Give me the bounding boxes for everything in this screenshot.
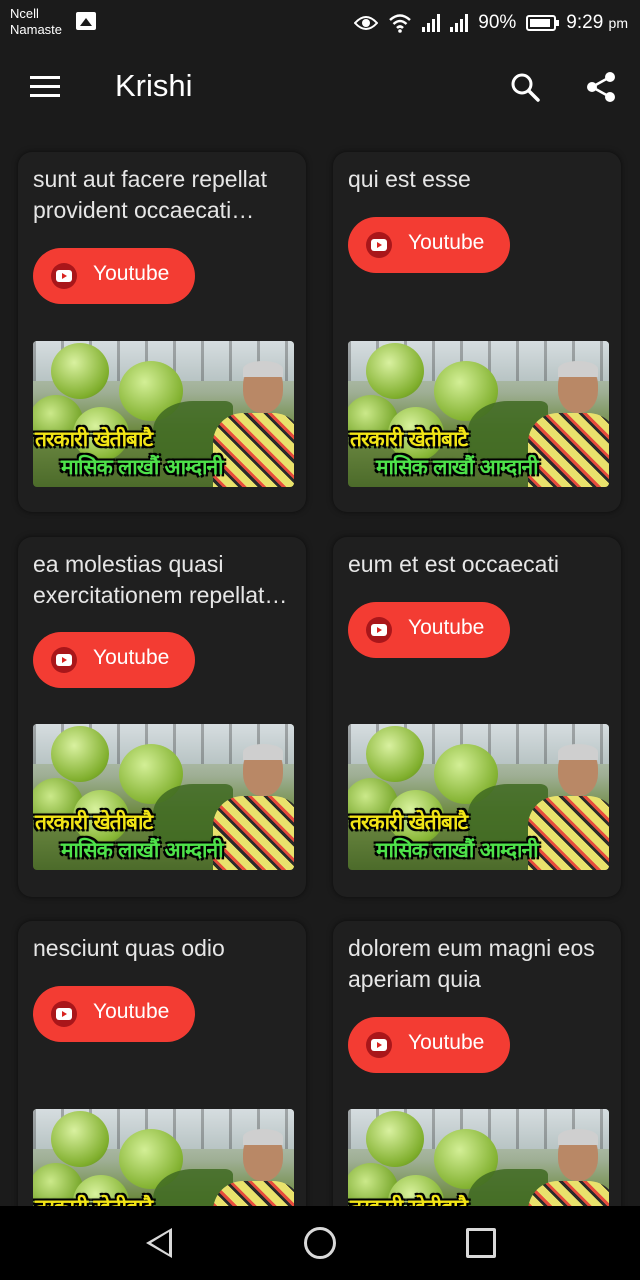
youtube-button-label: Youtube: [93, 262, 170, 285]
search-icon[interactable]: [510, 72, 540, 102]
card-title: sunt aut facere repellat provident occae…: [33, 166, 267, 223]
app-bar: Krishi: [0, 48, 640, 126]
status-icons: 90% 9:29 pm: [354, 10, 628, 36]
video-thumbnail[interactable]: तरकारी खेतीबाटै मासिक लाखौं आम्दानी: [348, 341, 609, 487]
video-card[interactable]: dolorem eum magni eos aperiam quia Youtu…: [333, 921, 621, 1206]
youtube-button-label: Youtube: [408, 1031, 485, 1054]
eye-icon: [354, 16, 379, 30]
youtube-icon: [51, 647, 77, 673]
wifi-icon: [389, 14, 412, 33]
youtube-button[interactable]: Youtube: [33, 986, 195, 1042]
battery-percent: 90%: [478, 12, 517, 33]
card-title: dolorem eum magni eos aperiam quia: [348, 935, 595, 992]
clock-time: 9:29: [566, 12, 604, 33]
thumbnail-caption-line1: तरकारी खेतीबाटै: [35, 427, 153, 451]
card-title: qui est esse: [348, 166, 471, 192]
menu-icon[interactable]: [30, 76, 60, 98]
youtube-icon: [366, 232, 392, 258]
thumbnail-caption-line2: मासिक लाखौं आम्दानी: [61, 838, 224, 862]
carrier-name: Ncell Namaste: [10, 6, 62, 38]
signal-icon: [422, 14, 441, 32]
video-card[interactable]: eum et est occaecati Youtube तरकारी खेती…: [333, 537, 621, 897]
gallery-icon: [76, 12, 96, 30]
video-thumbnail[interactable]: तरकारी खेतीबाटै मासिक लाखौं आम्दानी: [348, 1109, 609, 1206]
youtube-button[interactable]: Youtube: [348, 602, 510, 658]
video-card[interactable]: sunt aut facere repellat provident occae…: [18, 152, 306, 512]
youtube-button[interactable]: Youtube: [33, 248, 195, 304]
share-icon[interactable]: [584, 70, 618, 104]
youtube-button-label: Youtube: [408, 231, 485, 254]
youtube-icon: [51, 1001, 77, 1027]
youtube-button[interactable]: Youtube: [348, 1017, 510, 1073]
thumbnail-caption-line1: तरकारी खेतीबाटै: [350, 427, 468, 451]
video-card[interactable]: qui est esse Youtube तरकारी खेतीबाटै मास…: [333, 152, 621, 512]
card-title: eum et est occaecati: [348, 551, 559, 577]
battery-icon: [526, 15, 560, 31]
video-thumbnail[interactable]: तरकारी खेतीबाटै मासिक लाखौं आम्दानी: [33, 341, 294, 487]
thumbnail-caption-line1: तरकारी खेतीबाटै: [350, 810, 468, 834]
navigation-bar: [0, 1206, 640, 1280]
app-title: Krishi: [115, 68, 193, 103]
youtube-button-label: Youtube: [408, 616, 485, 639]
thumbnail-caption-line2: मासिक लाखौं आम्दानी: [376, 838, 539, 862]
carrier-line-2: Namaste: [10, 22, 63, 37]
video-grid: sunt aut facere repellat provident occae…: [0, 126, 640, 1206]
youtube-icon: [366, 617, 392, 643]
youtube-button-label: Youtube: [93, 646, 170, 669]
clock-suffix: pm: [608, 15, 628, 31]
video-card[interactable]: nesciunt quas odio Youtube तरकारी खेतीबा…: [18, 921, 306, 1206]
youtube-button[interactable]: Youtube: [33, 632, 195, 688]
youtube-button-label: Youtube: [93, 1000, 170, 1023]
video-thumbnail[interactable]: तरकारी खेतीबाटै मासिक लाखौं आम्दानी: [33, 724, 294, 870]
clock: 9:29 pm: [566, 12, 628, 34]
card-title: nesciunt quas odio: [33, 935, 225, 961]
thumbnail-caption-line2: मासिक लाखौं आम्दानी: [61, 455, 224, 479]
thumbnail-caption-line1: तरकारी खेतीबाटै: [35, 1193, 153, 1206]
youtube-icon: [51, 263, 77, 289]
video-thumbnail[interactable]: तरकारी खेतीबाटै मासिक लाखौं आम्दानी: [348, 724, 609, 870]
thumbnail-caption-line1: तरकारी खेतीबाटै: [350, 1193, 468, 1206]
card-title: ea molestias quasi exercitationem repell…: [33, 551, 265, 608]
thumbnail-caption-line1: तरकारी खेतीबाटै: [35, 810, 153, 834]
back-icon[interactable]: [146, 1228, 172, 1258]
youtube-icon: [366, 1032, 392, 1058]
recents-icon[interactable]: [466, 1228, 496, 1258]
video-thumbnail[interactable]: तरकारी खेतीबाटै मासिक लाखौं आम्दानी: [33, 1109, 294, 1206]
youtube-button[interactable]: Youtube: [348, 217, 510, 273]
carrier-line-1: Ncell: [10, 6, 39, 21]
thumbnail-caption-line2: मासिक लाखौं आम्दानी: [376, 455, 539, 479]
home-icon[interactable]: [304, 1227, 336, 1259]
signal-icon: [450, 14, 469, 32]
video-card[interactable]: ea molestias quasi exercitationem repell…: [18, 537, 306, 897]
status-bar: Ncell Namaste 90% 9:29 pm: [0, 0, 640, 48]
